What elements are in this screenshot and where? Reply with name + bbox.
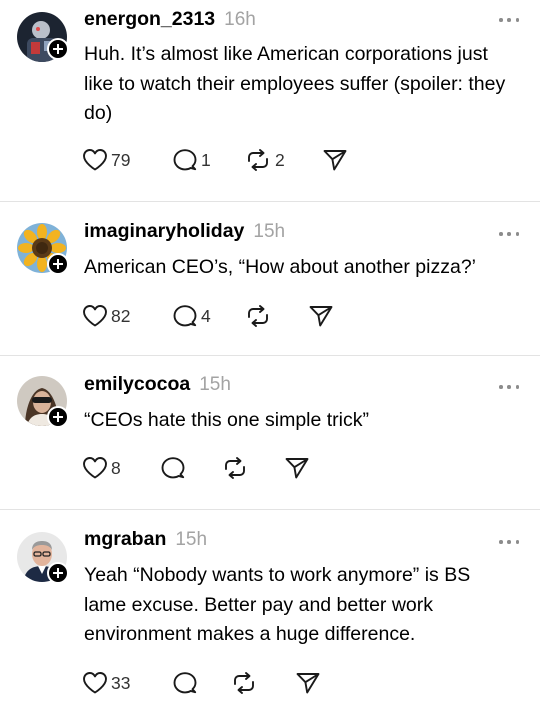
repost-button[interactable]	[230, 669, 258, 697]
like-count: 33	[111, 672, 131, 693]
share-button[interactable]	[308, 302, 334, 330]
plus-icon	[53, 44, 63, 54]
like-count: 8	[111, 457, 121, 478]
more-options-button[interactable]	[499, 230, 519, 238]
repost-count: 2	[275, 149, 285, 170]
ellipsis-icon	[499, 232, 503, 236]
post-header: mgraban 15h	[84, 528, 207, 551]
more-options-button[interactable]	[499, 538, 519, 546]
plus-icon	[53, 568, 63, 578]
like-button[interactable]: 79	[82, 146, 130, 174]
post-header: imaginaryholiday 15h	[84, 220, 285, 243]
username[interactable]: mgraban	[84, 528, 166, 551]
follow-button[interactable]	[47, 562, 69, 584]
like-button[interactable]: 82	[82, 302, 130, 330]
reply-button[interactable]: 4	[172, 302, 211, 330]
paper-plane-icon	[323, 150, 347, 171]
more-options-button[interactable]	[499, 16, 519, 24]
ellipsis-icon	[499, 18, 503, 22]
more-options-button[interactable]	[499, 383, 519, 391]
follow-button[interactable]	[47, 38, 69, 60]
share-button[interactable]	[295, 669, 321, 697]
speech-bubble-icon	[161, 457, 185, 479]
heart-icon	[83, 457, 107, 479]
speech-bubble-icon	[173, 305, 197, 327]
like-button[interactable]: 8	[82, 454, 121, 482]
repost-button[interactable]	[244, 302, 275, 330]
thread-post: imaginaryholiday 15h American CEO’s, “Ho…	[0, 202, 540, 355]
share-button[interactable]	[284, 454, 310, 482]
heart-icon	[83, 672, 107, 694]
timestamp: 15h	[175, 529, 208, 550]
ellipsis-icon	[499, 540, 503, 544]
post-text: “CEOs hate this one simple trick”	[84, 409, 370, 431]
ellipsis-icon	[499, 385, 503, 389]
username[interactable]: imaginaryholiday	[84, 220, 244, 243]
thread-post: energon_2313 16h Huh. It’s almost like A…	[0, 0, 540, 201]
heart-icon	[83, 305, 107, 327]
heart-icon	[83, 149, 107, 171]
follow-button[interactable]	[47, 253, 69, 275]
speech-bubble-icon	[173, 672, 197, 694]
timestamp: 16h	[224, 9, 256, 30]
repost-arrows-icon	[248, 305, 268, 327]
like-count: 79	[111, 149, 131, 170]
repost-button[interactable]: 2	[244, 146, 285, 174]
paper-plane-icon	[309, 306, 333, 327]
post-text: American CEO’s, “How about another pizza…	[84, 256, 476, 278]
timestamp: 15h	[199, 374, 231, 395]
post-header: energon_2313 16h	[84, 8, 256, 31]
reply-button[interactable]	[172, 669, 198, 697]
share-button[interactable]	[322, 146, 348, 174]
paper-plane-icon	[285, 458, 309, 479]
plus-icon	[53, 259, 63, 269]
plus-icon	[53, 412, 63, 422]
username[interactable]: emilycocoa	[84, 373, 190, 396]
reply-count: 4	[201, 305, 211, 326]
speech-bubble-icon	[173, 149, 197, 171]
thread-post: emilycocoa 15h “CEOs hate this one simpl…	[0, 356, 540, 509]
paper-plane-icon	[296, 673, 320, 694]
post-header: emilycocoa 15h	[84, 373, 231, 396]
post-text: Yeah “Nobody wants to work anymore” is B…	[84, 564, 471, 645]
like-count: 82	[111, 305, 131, 326]
post-text: Huh. It’s almost like American corporati…	[84, 43, 506, 124]
username[interactable]: energon_2313	[84, 8, 215, 31]
repost-arrows-icon	[225, 457, 245, 479]
follow-button[interactable]	[47, 406, 69, 428]
repost-button[interactable]	[221, 454, 249, 482]
thread-post: mgraban 15h Yeah “Nobody wants to work a…	[0, 510, 540, 716]
timestamp: 15h	[253, 221, 286, 242]
reply-count: 1	[201, 149, 211, 170]
repost-arrows-icon	[248, 149, 268, 171]
reply-button[interactable]	[160, 454, 186, 482]
like-button[interactable]: 33	[82, 669, 130, 697]
reply-button[interactable]: 1	[172, 146, 211, 174]
repost-arrows-icon	[234, 672, 254, 694]
